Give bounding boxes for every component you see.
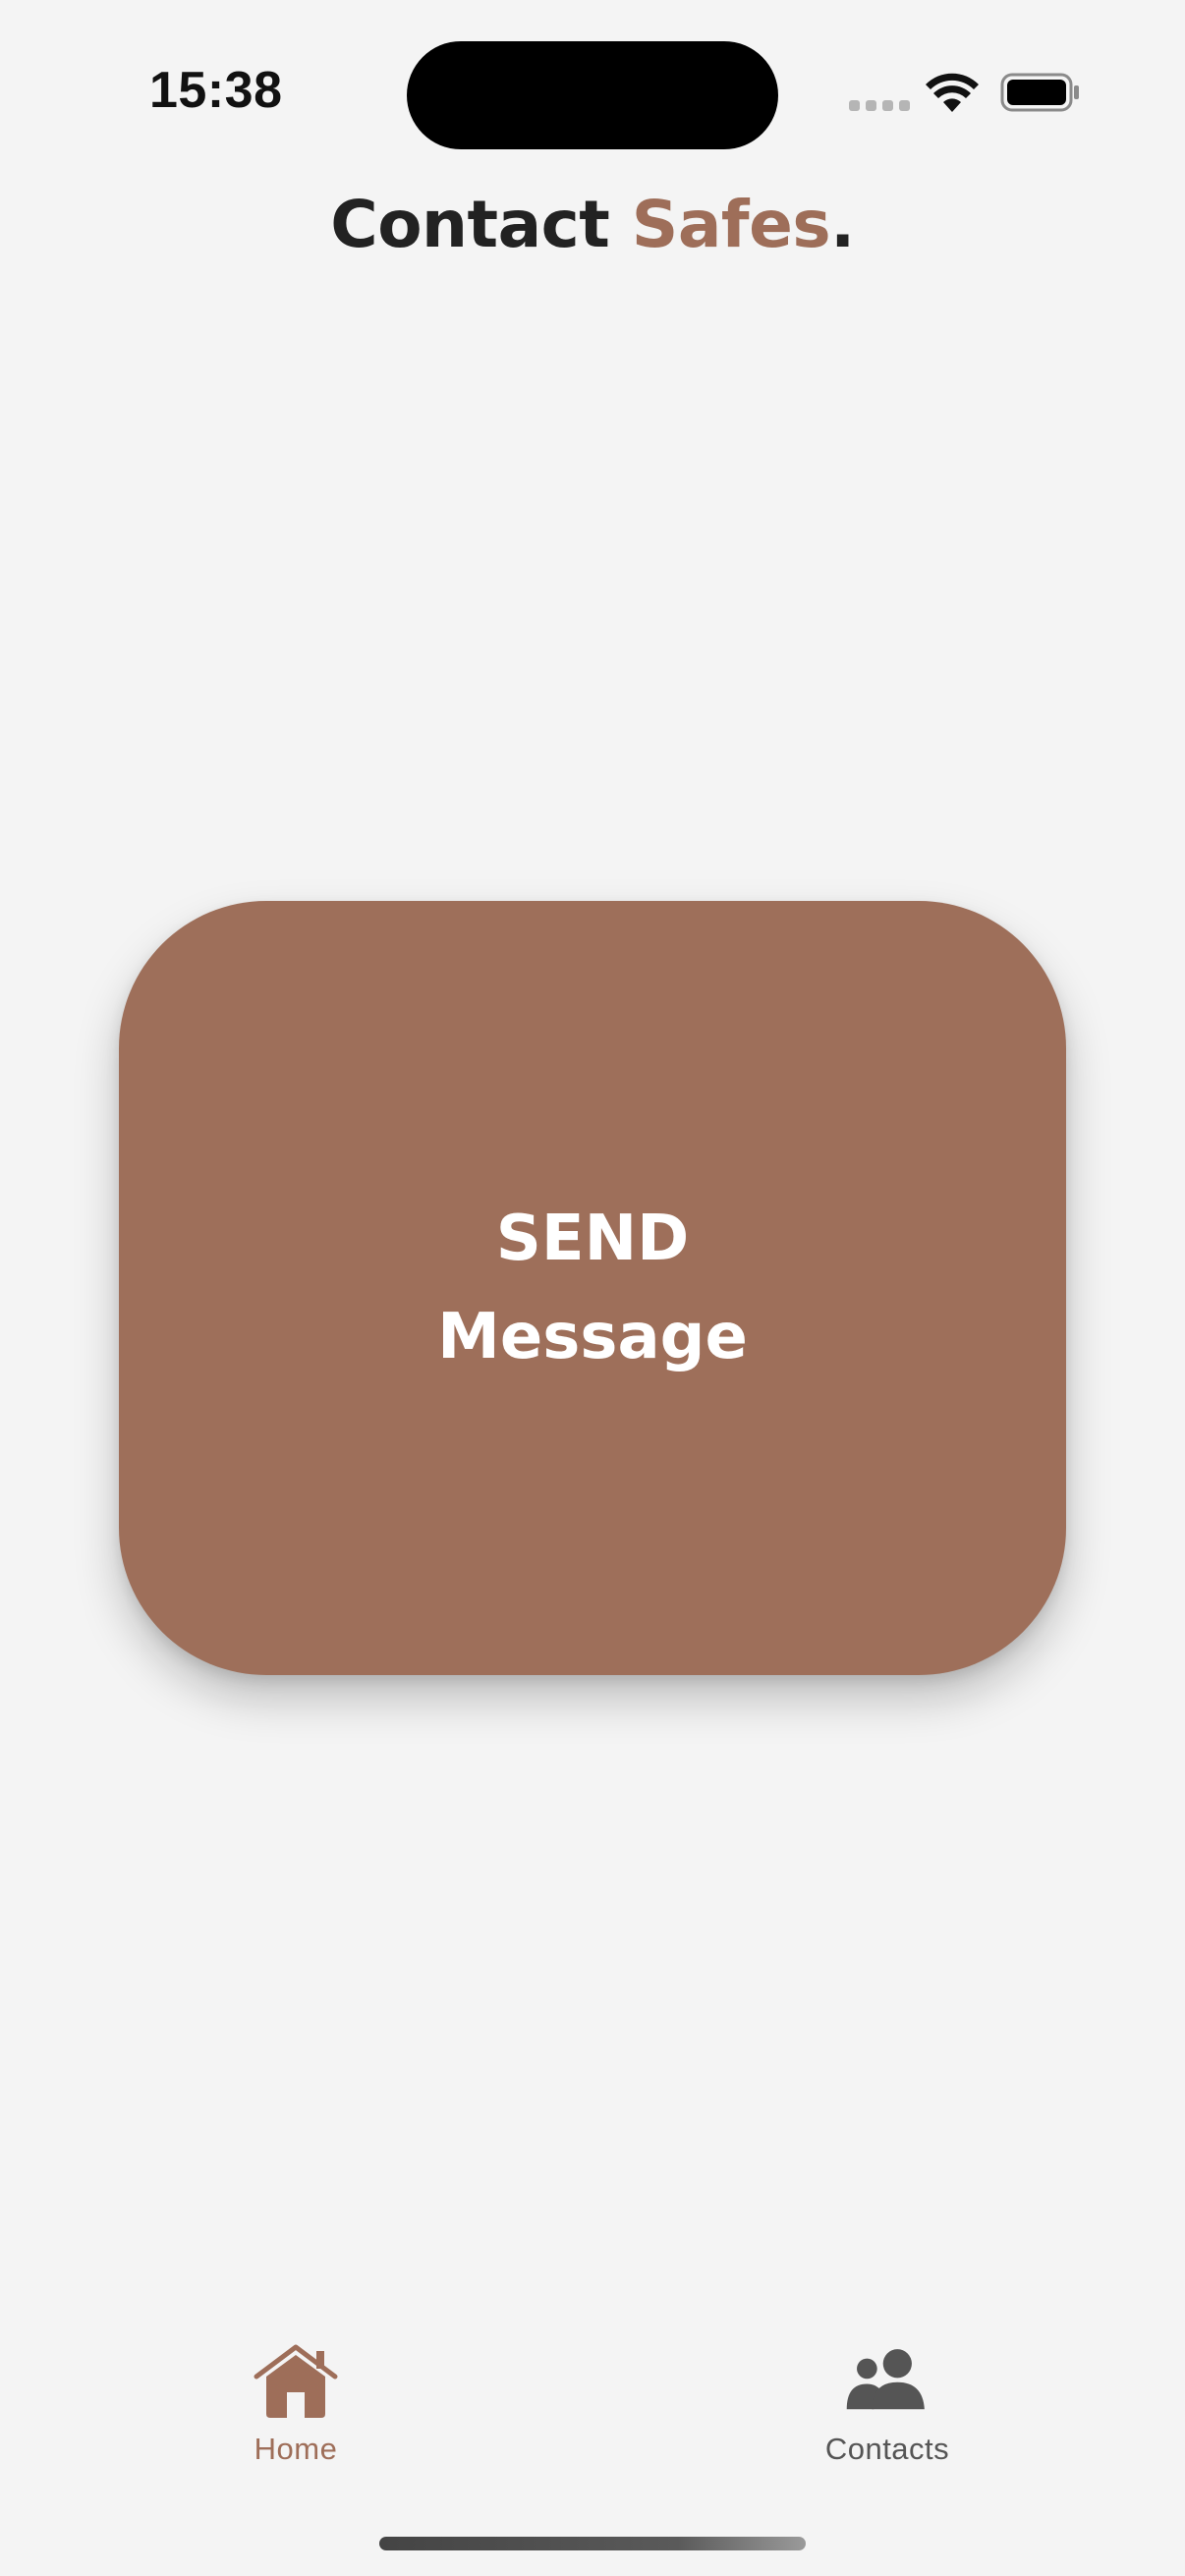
dynamic-island (407, 41, 778, 149)
contacts-icon (846, 2349, 925, 2410)
tab-contacts-label: Contacts (824, 2432, 950, 2466)
send-message-button[interactable]: SEND Message (119, 901, 1066, 1675)
wifi-icon (926, 73, 979, 112)
tab-home-label: Home (254, 2432, 338, 2466)
cellular-signal-icon (849, 100, 910, 111)
home-indicator[interactable] (379, 2537, 806, 2550)
page-title: Contact Safes. (0, 187, 1185, 262)
title-suffix: . (830, 187, 855, 262)
home-icon (254, 2344, 338, 2418)
tab-home[interactable]: Home (178, 2343, 414, 2467)
send-button-line2: Message (437, 1301, 748, 1373)
tab-contacts[interactable]: Contacts (769, 2343, 1005, 2467)
screen: 15:38 Contact Safes. SEND Message Home C… (0, 0, 1185, 2576)
battery-icon (1000, 73, 1079, 112)
title-main: Contact (330, 187, 632, 262)
send-button-line1: SEND (495, 1203, 690, 1275)
title-accent: Safes (631, 187, 831, 262)
status-time: 15:38 (149, 62, 283, 119)
